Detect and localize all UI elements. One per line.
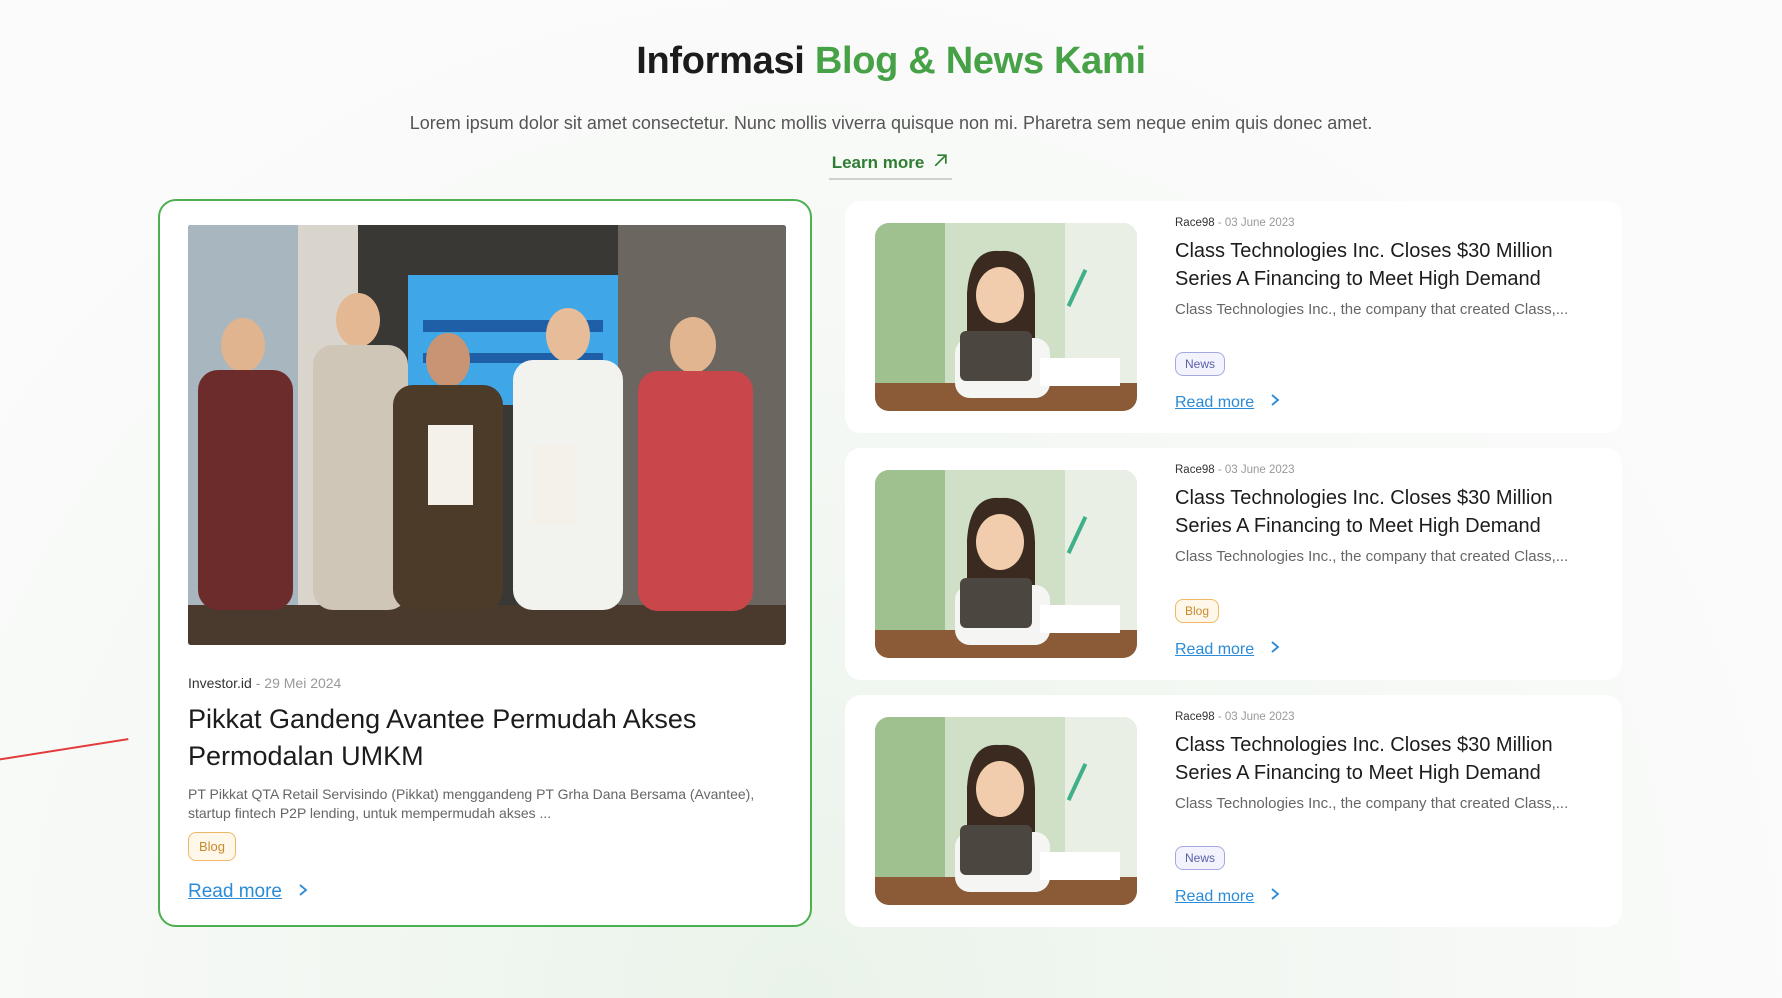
article-title[interactable]: Class Technologies Inc. Closes $30 Milli… — [1175, 484, 1595, 540]
article-source: Race98 — [1175, 217, 1215, 229]
read-more-label: Read more — [1175, 640, 1255, 658]
read-more-label: Read more — [1175, 887, 1255, 905]
read-more-link[interactable]: Read more — [1175, 887, 1282, 906]
featured-article-card[interactable]: Investor.id - 29 Mei 2024 Pikkat Gandeng… — [158, 199, 812, 927]
article-card[interactable]: Race98 - 03 June 2023 Class Technologies… — [845, 201, 1622, 433]
article-date: 03 June 2023 — [1224, 217, 1295, 229]
article-description: Class Technologies Inc., the company tha… — [1175, 548, 1569, 565]
article-description: Class Technologies Inc., the company tha… — [1175, 795, 1569, 812]
tag-badge-news: News — [1175, 846, 1226, 870]
article-thumbnail — [875, 223, 1137, 411]
article-source: Race98 — [1175, 464, 1215, 476]
learn-more-link[interactable]: Learn more — [829, 148, 952, 180]
article-card[interactable]: Race98 - 03 June 2023 Class Technologies… — [845, 448, 1622, 680]
tag-badge-blog: Blog — [1175, 599, 1220, 623]
read-more-link[interactable]: Read more — [1175, 393, 1282, 412]
article-thumbnail — [875, 717, 1137, 905]
section-subtitle: Lorem ipsum dolor sit amet consectetur. … — [409, 113, 1373, 133]
chevron-right-icon — [296, 881, 310, 903]
featured-article-description: PT Pikkat QTA Retail Servisindo (Pikkat)… — [188, 786, 755, 821]
article-meta: Race98 - 03 June 2023 — [1175, 217, 1295, 229]
section-title: Informasi Blog & News Kami — [0, 40, 1782, 83]
article-thumbnail — [875, 470, 1137, 658]
tag-badge-news: News — [1175, 352, 1226, 376]
meta-separator: - — [1214, 464, 1225, 476]
chevron-right-icon — [1268, 640, 1282, 659]
learn-more-label: Learn more — [831, 153, 925, 172]
featured-read-more-link[interactable]: Read more — [188, 881, 310, 903]
article-title[interactable]: Class Technologies Inc. Closes $30 Milli… — [1175, 237, 1595, 293]
read-more-label: Read more — [1175, 393, 1255, 411]
article-date: 03 June 2023 — [1224, 711, 1295, 723]
article-source: Race98 — [1175, 711, 1215, 723]
meta-separator: - — [1214, 217, 1225, 229]
section-title-prefix: Informasi — [636, 40, 805, 82]
meta-separator: - — [251, 675, 265, 691]
read-more-link[interactable]: Read more — [1175, 640, 1282, 659]
featured-article-image — [188, 225, 786, 645]
featured-article-meta: Investor.id - 29 Mei 2024 — [188, 675, 341, 691]
arrow-up-right-icon — [932, 152, 949, 174]
meta-separator: - — [1214, 711, 1225, 723]
article-meta: Race98 - 03 June 2023 — [1175, 711, 1295, 723]
section-title-accent: Blog & News Kami — [814, 40, 1146, 82]
decorative-red-line — [0, 738, 129, 762]
article-date: 03 June 2023 — [1224, 464, 1295, 476]
tag-badge-blog: Blog — [188, 832, 237, 861]
article-source: Investor.id — [188, 675, 252, 691]
chevron-right-icon — [1268, 887, 1282, 906]
featured-article-title[interactable]: Pikkat Gandeng Avantee Permudah Akses Pe… — [188, 701, 748, 775]
article-meta: Race98 - 03 June 2023 — [1175, 464, 1295, 476]
chevron-right-icon — [1268, 393, 1282, 412]
article-card[interactable]: Race98 - 03 June 2023 Class Technologies… — [845, 695, 1622, 927]
read-more-label: Read more — [188, 881, 282, 902]
article-title[interactable]: Class Technologies Inc. Closes $30 Milli… — [1175, 731, 1595, 787]
article-description: Class Technologies Inc., the company tha… — [1175, 301, 1569, 318]
article-date: 29 Mei 2024 — [264, 675, 342, 691]
